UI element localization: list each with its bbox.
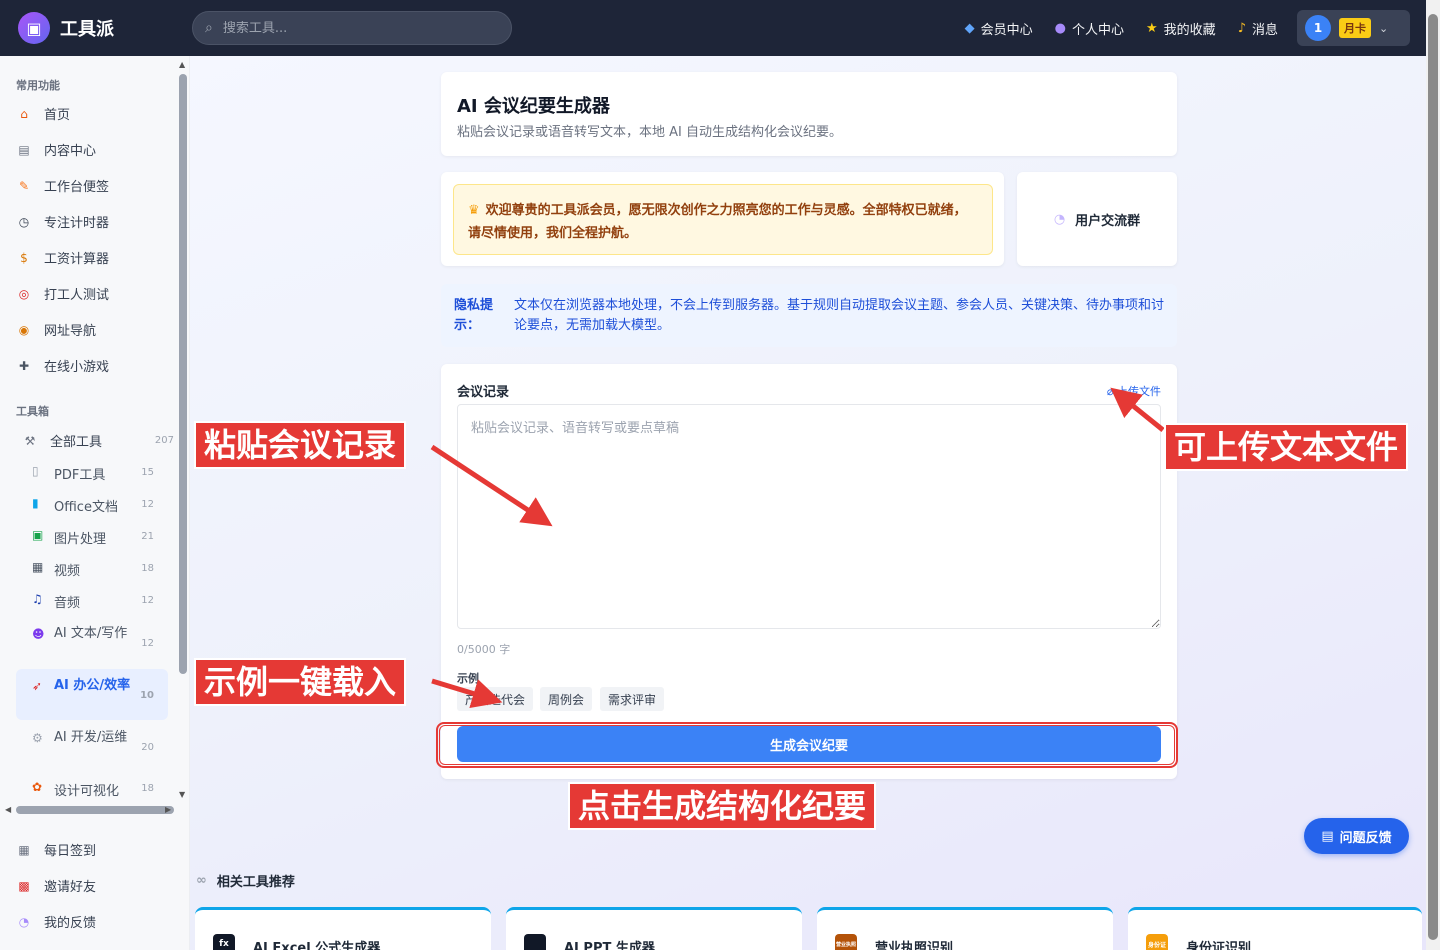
- arrow-to-textarea: [430, 444, 553, 527]
- related-card[interactable]: AI PPT 生成器: [506, 907, 802, 950]
- annotation-upload: 可上传文本文件: [1164, 423, 1409, 471]
- related-card-label: AI PPT 生成器: [564, 941, 655, 950]
- feedback-label: 问题反馈: [1339, 830, 1392, 846]
- page-scrollbar[interactable]: [1426, 0, 1440, 950]
- annotation-paste: 粘贴会议记录: [194, 421, 407, 469]
- related-card-label: 身份证识别: [1186, 941, 1252, 950]
- related-card[interactable]: 营业执照 营业执照识别: [817, 907, 1113, 950]
- feedback-icon: ▤: [1321, 828, 1334, 844]
- related-card[interactable]: fx AI Excel 公式生成器: [195, 907, 491, 950]
- related-card[interactable]: 身份证 身份证识别: [1128, 907, 1422, 950]
- related-title: ∞ 相关工具推荐: [196, 871, 295, 890]
- annotation-example: 示例一键载入: [194, 658, 407, 706]
- arrow-to-upload: [1110, 387, 1165, 432]
- arrow-to-examples: [431, 678, 503, 708]
- related-title-text: 相关工具推荐: [216, 875, 295, 890]
- fx-icon: fx: [213, 934, 235, 950]
- presentation-icon: [524, 934, 546, 950]
- related-card-label: 营业执照识别: [875, 941, 954, 950]
- related-card-label: AI Excel 公式生成器: [253, 941, 381, 950]
- id-card-icon: 身份证: [1146, 934, 1168, 950]
- page-scrollbar-thumb[interactable]: [1428, 14, 1438, 940]
- annotation-generate: 点击生成结构化纪要: [568, 782, 877, 830]
- feedback-button[interactable]: ▤ 问题反馈: [1304, 818, 1409, 854]
- license-icon: 营业执照: [835, 934, 857, 950]
- link-icon: ∞: [196, 873, 207, 888]
